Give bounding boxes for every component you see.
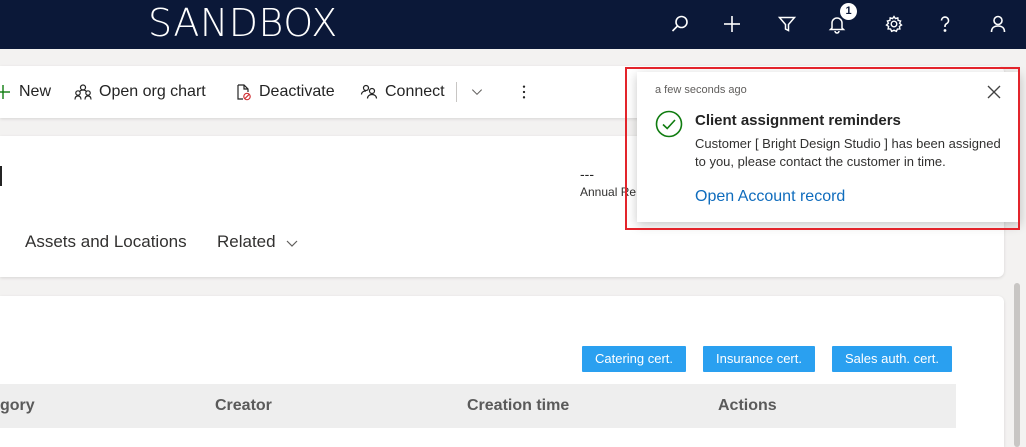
chevron-down-icon xyxy=(286,240,298,247)
new-label: New xyxy=(19,83,52,100)
column-header-category[interactable]: gory xyxy=(0,384,35,428)
org-chart-label: Open org chart xyxy=(99,83,206,100)
connect-label: Connect xyxy=(385,83,445,100)
new-button[interactable]: New xyxy=(0,66,51,118)
advanced-filter-button[interactable] xyxy=(772,9,802,39)
search-icon xyxy=(671,15,688,32)
connect-icon xyxy=(360,84,378,99)
notification-badge: 1 xyxy=(840,3,857,20)
highlight-frame xyxy=(625,67,1020,230)
column-header-creation-time[interactable]: Creation time xyxy=(467,384,569,428)
annual-revenue-value: --- xyxy=(580,166,594,182)
quick-create-button[interactable] xyxy=(717,9,747,39)
connect-dropdown-button[interactable] xyxy=(470,66,491,118)
gear-icon xyxy=(885,15,903,33)
more-vertical-icon xyxy=(522,85,526,99)
record-title-fragment xyxy=(0,166,2,186)
command-divider xyxy=(456,82,457,102)
deactivate-button[interactable]: Deactivate xyxy=(234,66,335,118)
chevron-down-icon xyxy=(471,89,483,96)
open-org-chart-button[interactable]: Open org chart xyxy=(74,66,206,118)
deactivate-label: Deactivate xyxy=(259,83,335,100)
tab-label: Assets and Locations xyxy=(25,232,187,251)
org-chart-icon xyxy=(74,84,92,100)
column-header-creator[interactable]: Creator xyxy=(215,384,272,428)
catering-cert-button[interactable]: Catering cert. xyxy=(582,346,687,372)
plus-icon xyxy=(0,85,10,99)
environment-name: SANDBOX xyxy=(148,1,338,45)
profile-button[interactable] xyxy=(983,9,1013,39)
sales-auth-cert-button[interactable]: Sales auth. cert. xyxy=(832,346,952,372)
grid-header-row: gory Creator Creation time Actions xyxy=(0,384,956,428)
more-commands-button[interactable] xyxy=(516,66,539,118)
scrollbar[interactable] xyxy=(1014,283,1020,447)
connect-button[interactable]: Connect xyxy=(360,66,445,118)
plus-icon xyxy=(724,16,740,32)
help-button[interactable] xyxy=(930,9,960,39)
tab-assets-and-locations[interactable]: Assets and Locations xyxy=(25,232,187,252)
settings-button[interactable] xyxy=(879,9,909,39)
tab-label: Related xyxy=(217,232,276,251)
search-button[interactable] xyxy=(665,9,695,39)
tab-related[interactable]: Related xyxy=(217,232,299,252)
filter-icon xyxy=(777,16,797,32)
app-header: SANDBOX 1 xyxy=(0,0,1026,49)
column-header-actions[interactable]: Actions xyxy=(718,384,777,428)
person-icon xyxy=(990,15,1006,33)
insurance-cert-button[interactable]: Insurance cert. xyxy=(703,346,815,372)
deactivate-icon xyxy=(237,84,251,101)
help-icon xyxy=(940,16,950,32)
